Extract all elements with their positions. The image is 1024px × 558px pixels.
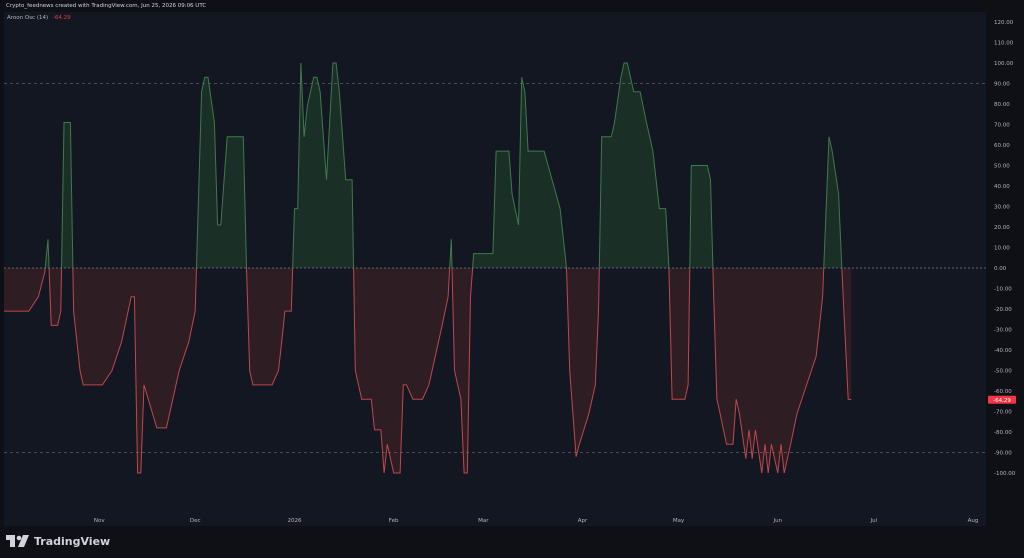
y-tick-label: -60.00 <box>994 389 1012 395</box>
brand-logo[interactable]: TradingView <box>6 533 110 549</box>
x-tick-label: Apr <box>578 518 588 524</box>
y-tick-label: 50.00 <box>994 164 1010 170</box>
indicator-legend[interactable]: Aroon Osc (14) -64.29 <box>7 15 71 21</box>
indicator-value: -64.29 <box>52 15 71 21</box>
y-tick-label: -90.00 <box>994 451 1012 457</box>
y-tick-label: -70.00 <box>994 410 1012 416</box>
y-tick-label: -40.00 <box>994 348 1012 354</box>
brand-name: TradingView <box>34 534 111 548</box>
y-tick-label: 90.00 <box>994 82 1010 88</box>
chart-frame: -100.00 -90.00 -80.00 -70.00 -60.00 -50.00 -40… <box>0 0 1024 554</box>
x-tick-label: Dec <box>190 518 201 524</box>
y-tick-label: 60.00 <box>994 143 1010 149</box>
y-tick-label: 70.00 <box>994 123 1010 129</box>
y-tick-label: 10.00 <box>994 246 1010 252</box>
x-tick-label: Jun <box>772 518 782 524</box>
y-tick-label: -100.00 <box>994 471 1016 477</box>
y-tick-label: 40.00 <box>994 184 1010 190</box>
y-tick-label: 100.00 <box>994 61 1014 67</box>
y-tick-label: -80.00 <box>994 430 1012 436</box>
y-tick-label: -30.00 <box>994 328 1012 334</box>
x-tick-label: Aug <box>968 518 979 524</box>
y-tick-label: -50.00 <box>994 369 1012 375</box>
indicator-name: Aroon Osc (14) <box>7 15 49 21</box>
x-tick-label: Feb <box>389 518 399 524</box>
x-tick-label: Jul <box>869 518 877 524</box>
y-tick-label: 120.00 <box>994 20 1014 26</box>
x-tick-label: Nov <box>94 518 105 524</box>
y-tick-label: 110.00 <box>994 41 1014 47</box>
chart-svg[interactable]: -100.00 -90.00 -80.00 -70.00 -60.00 -50.00 -40… <box>0 0 1024 554</box>
tradingview-logo-icon <box>6 535 29 547</box>
y-tick-label: -10.00 <box>994 287 1012 293</box>
last-value-marker: -64.29 <box>988 395 1016 404</box>
y-tick-label: 0.00 <box>994 266 1007 272</box>
x-tick-label: Mar <box>478 518 489 524</box>
y-tick-label: 80.00 <box>994 102 1010 108</box>
last-value-label: -64.29 <box>993 398 1011 404</box>
y-tick-label: 20.00 <box>994 225 1010 231</box>
x-tick-label: 2026 <box>287 518 301 524</box>
y-tick-label: 30.00 <box>994 205 1010 211</box>
x-tick-label: May <box>673 518 685 524</box>
attribution-text: Crypto_feednews created with TradingView… <box>6 3 207 9</box>
y-tick-label: -20.00 <box>994 307 1012 313</box>
